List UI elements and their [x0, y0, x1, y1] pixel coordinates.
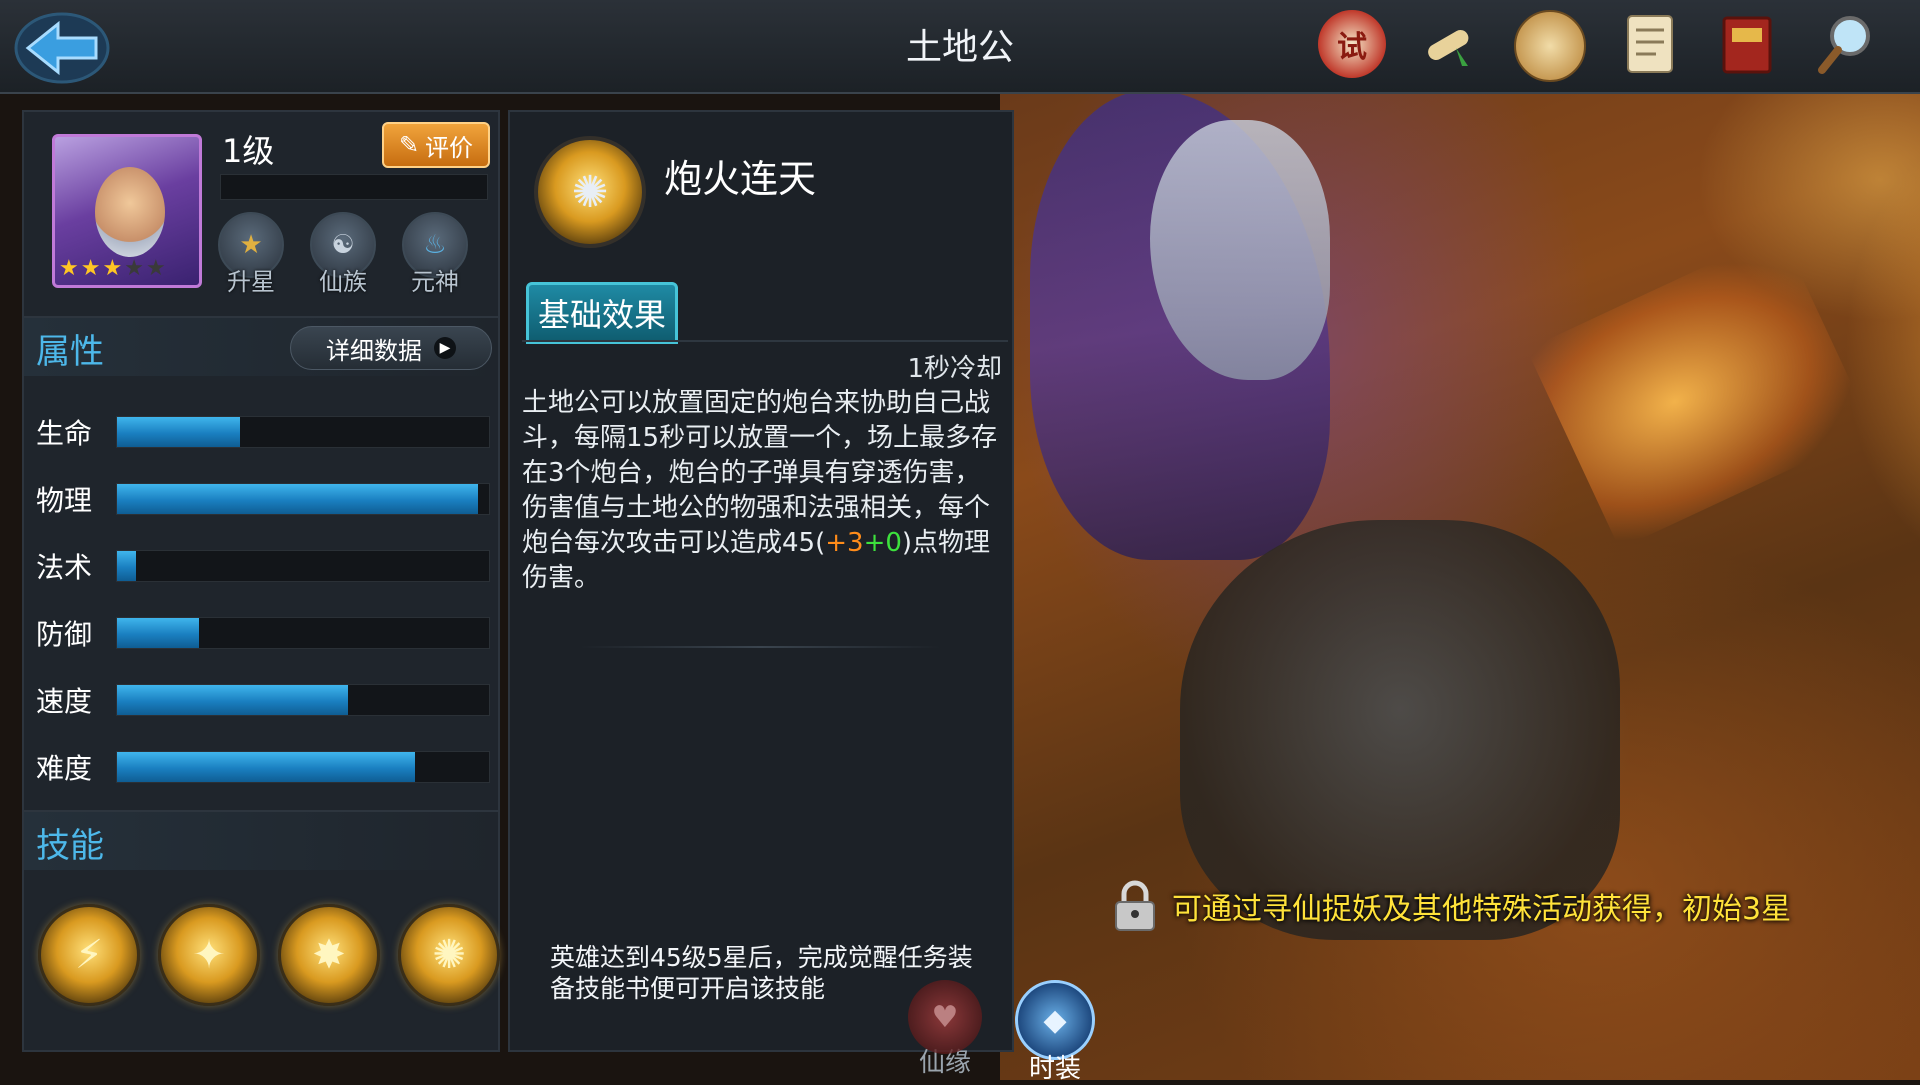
attribute-row: 法术 [36, 546, 496, 586]
hero-artwork-rock [1180, 520, 1620, 940]
attribute-bar [116, 416, 490, 448]
attribute-row: 防御 [36, 613, 496, 653]
token-icon[interactable] [1514, 10, 1586, 82]
attribute-row: 速度 [36, 680, 496, 720]
tab-costume[interactable]: ◆ 时装 [1000, 980, 1110, 1085]
lock-icon [1115, 880, 1155, 931]
skill-2-icon[interactable]: ✦ [158, 904, 260, 1006]
badge-label: 升星 [227, 268, 275, 296]
star-upgrade-button[interactable]: ★ 升星 [214, 212, 288, 297]
acquisition-notice: 可通过寻仙捉妖及其他特殊活动获得，初始3星 [1112, 880, 1791, 932]
attribute-label: 法术 [36, 551, 93, 584]
bottom-tab-bar: ♥ 仙缘 ◆ 时装 [880, 980, 1220, 1084]
book-icon[interactable] [1714, 10, 1782, 78]
skills-title: 技能 [36, 826, 104, 866]
attribute-bar-fill [117, 685, 348, 715]
clan-button[interactable]: ☯ 仙族 [306, 212, 380, 297]
description-plus: +3 [825, 528, 864, 558]
exp-bar [220, 174, 488, 200]
attribute-bar-fill [117, 551, 136, 581]
detail-data-button[interactable]: 详细数据 ▶ [290, 326, 492, 370]
attribute-label: 难度 [36, 752, 93, 785]
attribute-bar [116, 550, 490, 582]
trial-icon[interactable]: 试 [1318, 10, 1386, 78]
attribute-label: 防御 [36, 618, 93, 651]
skill-4-icon[interactable]: ✺ [398, 904, 500, 1006]
section-divider [580, 646, 940, 648]
star-empty-icon: ★ [124, 256, 144, 281]
star-icon: ★ [102, 256, 123, 281]
skill-3-icon[interactable]: ✸ [278, 904, 380, 1006]
attribute-label: 速度 [36, 685, 93, 718]
skill-detail-panel: ✺ 炮火连天 基础效果 1秒冷却 土地公可以放置固定的炮台来协助自己战斗，每隔1… [508, 110, 1014, 1052]
attributes-panel: 属性 详细数据 ▶ 生命物理法术防御速度难度 [22, 316, 500, 812]
badge-label: 元神 [411, 268, 459, 296]
edit-icon: ✎ [398, 131, 420, 159]
attribute-bar [116, 617, 490, 649]
skill-list: ⚡ ✦ ✸ ✺ [38, 904, 500, 1006]
acquisition-text: 可通过寻仙捉妖及其他特殊活动获得，初始3星 [1172, 892, 1792, 927]
hero-card: ★ ★ ★ ★ ★ 1级 ✎ 评价 ★ 升星 ☯ 仙族 ♨ 元神 [22, 110, 500, 318]
tab-divider [522, 340, 1008, 342]
tab-fate[interactable]: ♥ 仙缘 [890, 980, 1000, 1079]
top-icon-bar: 试 [1318, 10, 1880, 82]
star-icon: ★ [59, 256, 79, 281]
attribute-bar-fill [117, 484, 478, 514]
attribute-row: 生命 [36, 412, 496, 452]
tab-costume-label: 时装 [1028, 1054, 1081, 1084]
document-icon[interactable] [1616, 10, 1684, 78]
attribute-row: 物理 [36, 479, 496, 519]
selected-skill-icon: ✺ [534, 136, 646, 248]
hero-face [95, 167, 165, 257]
skills-panel: 技能 ⚡ ✦ ✸ ✺ [22, 810, 500, 1052]
skills-header: 技能 [24, 812, 498, 870]
attributes-header: 属性 详细数据 ▶ [24, 318, 498, 376]
search-icon[interactable] [1812, 10, 1880, 78]
play-arrow-icon: ▶ [434, 337, 456, 359]
attribute-label: 物理 [36, 484, 93, 517]
attribute-label: 生命 [36, 417, 93, 450]
skill-description: 土地公可以放置固定的炮台来协助自己战斗，每隔15秒可以放置一个，场上最多存在3个… [522, 386, 1002, 596]
hero-level: 1级 [222, 132, 275, 170]
skill-name: 炮火连天 [664, 157, 817, 201]
description-bonus: +0 [863, 528, 902, 558]
star-rating: ★ ★ ★ ★ ★ [59, 256, 166, 281]
attribute-bar-fill [117, 417, 240, 447]
attribute-bar-fill [117, 618, 199, 648]
detail-data-label: 详细数据 [326, 336, 422, 365]
attribute-bar [116, 684, 490, 716]
rate-button[interactable]: ✎ 评价 [382, 122, 490, 168]
skill-1-icon[interactable]: ⚡ [38, 904, 140, 1006]
attributes-title: 属性 [36, 332, 104, 372]
spirit-button[interactable]: ♨ 元神 [398, 212, 472, 297]
hero-portrait[interactable]: ★ ★ ★ ★ ★ [52, 134, 202, 288]
attribute-row: 难度 [36, 747, 496, 787]
attribute-bar [116, 483, 490, 515]
fate-icon: ♥ [908, 980, 982, 1054]
badge-label: 仙族 [319, 268, 367, 296]
scroll-icon[interactable] [1416, 10, 1484, 78]
star-empty-icon: ★ [145, 256, 166, 281]
skill-cooldown: 1秒冷却 [907, 354, 1002, 384]
tab-basic-effect[interactable]: 基础效果 [526, 282, 678, 344]
hero-badges: ★ 升星 ☯ 仙族 ♨ 元神 [214, 212, 472, 297]
attribute-bar [116, 751, 490, 783]
attribute-bar-fill [117, 752, 415, 782]
rate-button-label: 评价 [425, 133, 474, 162]
top-bar: 土地公 试 [0, 0, 1920, 94]
star-icon: ★ [80, 256, 101, 281]
